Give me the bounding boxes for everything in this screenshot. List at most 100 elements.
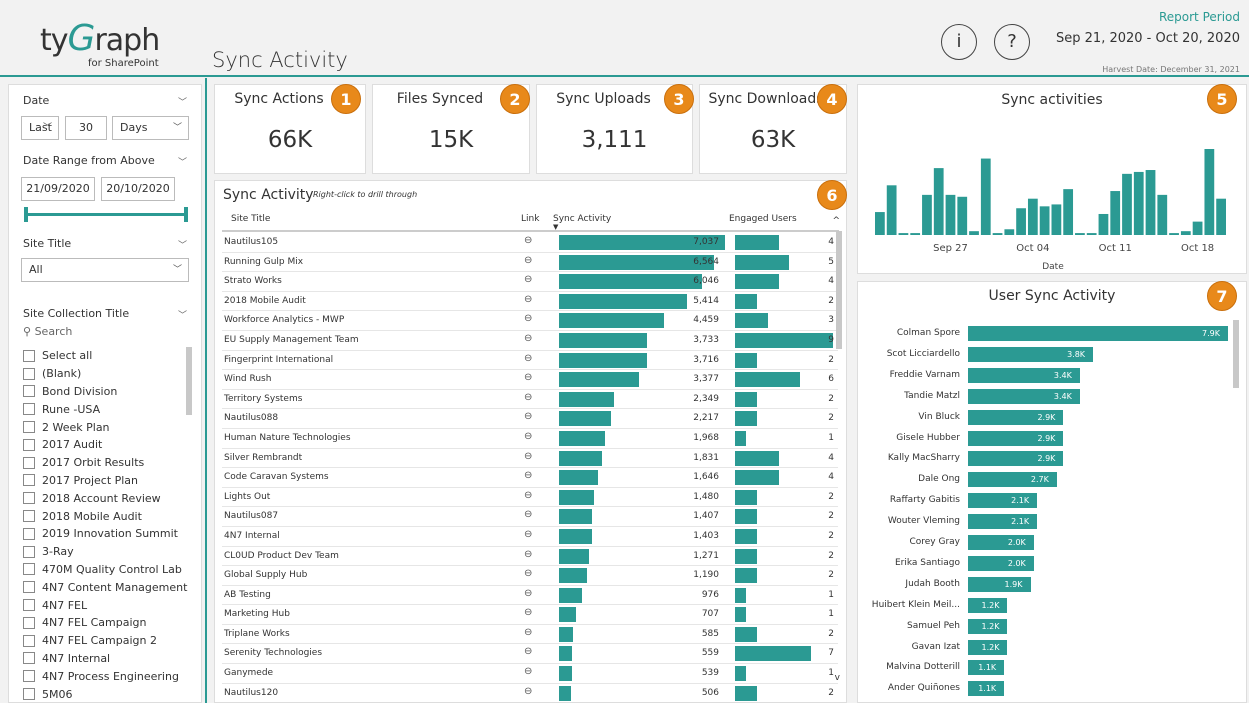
site-collection-option[interactable]: 3-Ray [23,543,193,561]
site-collection-option[interactable]: 5M06 [23,685,193,703]
checkbox[interactable] [23,421,35,434]
sync-bar[interactable] [875,212,885,235]
chevron-down-icon[interactable]: ﹀ [178,155,187,168]
checkbox[interactable] [23,634,35,647]
relative-mode-select[interactable]: Last ﹀ [21,116,59,140]
site-collection-option[interactable]: 4N7 FEL [23,596,193,614]
checkbox[interactable] [23,688,35,701]
table-row[interactable]: Lights Out ⊖ 1,480 2 [222,488,838,508]
link-icon[interactable]: ⊖ [524,568,532,579]
start-date-input[interactable]: 21/09/2020 [21,177,95,201]
site-collection-search[interactable]: ⚲ Search [23,325,72,338]
table-row[interactable]: Nautilus087 ⊖ 1,407 2 [222,507,838,527]
sync-bar[interactable] [1133,171,1144,235]
link-icon[interactable]: ⊖ [524,235,532,246]
sync-bar[interactable] [910,233,921,235]
user-bar[interactable] [968,326,1228,341]
sync-bar[interactable] [886,185,897,235]
site-collection-option[interactable]: Bond Division [23,383,193,401]
link-icon[interactable]: ⊖ [524,646,532,657]
site-collection-option[interactable]: 4N7 Content Management [23,578,193,596]
checkbox[interactable] [23,403,35,416]
site-collection-option[interactable]: 2017 Project Plan [23,472,193,490]
date-range-slider[interactable] [25,213,187,216]
link-icon[interactable]: ⊖ [524,333,532,344]
link-icon[interactable]: ⊖ [524,372,532,383]
link-icon[interactable]: ⊖ [524,255,532,266]
site-collection-option[interactable]: 4N7 FEL Campaign [23,614,193,632]
sync-bar[interactable] [969,231,979,235]
link-icon[interactable]: ⊖ [524,294,532,305]
sync-bar[interactable] [992,233,1003,235]
sync-bar[interactable] [957,196,968,235]
slider-end-handle[interactable] [184,207,188,222]
site-collection-option[interactable]: 470M Quality Control Lab [23,561,193,579]
sync-bar[interactable] [980,158,991,235]
sync-bar[interactable] [1098,213,1109,235]
sync-bar[interactable] [1180,231,1191,235]
table-row[interactable]: CL0UD Product Dev Team ⊖ 1,271 2 [222,547,838,567]
table-row[interactable]: Ganymede ⊖ 539 1 [222,664,838,684]
checkbox[interactable] [23,438,35,451]
sync-bar[interactable] [1192,221,1203,235]
site-collection-option[interactable]: Select all [23,347,193,365]
checkbox[interactable] [23,652,35,665]
table-row[interactable]: Territory Systems ⊖ 2,349 2 [222,390,838,410]
checkbox[interactable] [23,474,35,487]
link-icon[interactable]: ⊖ [524,451,532,462]
sync-bar[interactable] [1157,194,1168,235]
checkbox[interactable] [23,581,35,594]
table-row[interactable]: Nautilus088 ⊖ 2,217 2 [222,409,838,429]
link-icon[interactable]: ⊖ [524,392,532,403]
sync-bar[interactable] [1016,208,1026,235]
slider-start-handle[interactable] [24,207,28,222]
sync-bar[interactable] [945,194,956,235]
sync-bar[interactable] [1004,229,1015,235]
chart-scrollbar[interactable] [1233,320,1239,388]
sync-bar[interactable] [1075,233,1085,235]
table-row[interactable]: Workforce Analytics - MWP ⊖ 4,459 3 [222,311,838,331]
sync-bar[interactable] [933,168,944,235]
checkbox[interactable] [23,670,35,683]
site-collection-option[interactable]: 4N7 Process Engineering [23,667,193,685]
table-row[interactable]: AB Testing ⊖ 976 1 [222,586,838,606]
site-collection-option[interactable]: 4N7 FEL Campaign 2 [23,632,193,650]
checkbox[interactable] [23,510,35,523]
table-row[interactable]: Wind Rush ⊖ 3,377 6 [222,370,838,390]
site-collection-option[interactable]: 4N7 Internal [23,650,193,668]
sync-bar[interactable] [1063,189,1074,235]
table-row[interactable]: Code Caravan Systems ⊖ 1,646 4 [222,468,838,488]
table-row[interactable]: 4N7 Internal ⊖ 1,403 2 [222,527,838,547]
table-row[interactable]: Marketing Hub ⊖ 707 1 [222,605,838,625]
scroll-up-icon[interactable]: ^ [832,216,840,226]
link-icon[interactable]: ⊖ [524,588,532,599]
site-collection-option[interactable]: 2018 Account Review [23,489,193,507]
link-icon[interactable]: ⊖ [524,549,532,560]
table-row[interactable]: Fingerprint International ⊖ 3,716 2 [222,351,838,371]
link-icon[interactable]: ⊖ [524,313,532,324]
col-header-engaged-users[interactable]: Engaged Users [729,214,797,224]
link-icon[interactable]: ⊖ [524,666,532,677]
site-collection-option[interactable]: Rune -USA [23,400,193,418]
sync-bar[interactable] [1169,233,1179,235]
link-icon[interactable]: ⊖ [524,470,532,481]
relative-unit-select[interactable]: Days ﹀ [112,116,189,140]
table-row[interactable]: Nautilus120 ⊖ 506 2 [222,684,838,702]
col-header-site-title[interactable]: Site Title [231,214,270,224]
end-date-input[interactable]: 20/10/2020 [101,177,175,201]
table-row[interactable]: Human Nature Technologies ⊖ 1,968 1 [222,429,838,449]
link-icon[interactable]: ⊖ [524,490,532,501]
scroll-down-icon[interactable]: v [835,673,840,683]
sync-bar[interactable] [1122,173,1132,235]
table-row[interactable]: Global Supply Hub ⊖ 1,190 2 [222,566,838,586]
checkbox[interactable] [23,349,35,362]
table-row[interactable]: Strato Works ⊖ 6,046 4 [222,272,838,292]
link-icon[interactable]: ⊖ [524,607,532,618]
sync-bar[interactable] [1145,170,1156,235]
table-row[interactable]: Silver Rembrandt ⊖ 1,831 4 [222,449,838,469]
checkbox[interactable] [23,599,35,612]
site-collection-option[interactable]: 2018 Mobile Audit [23,507,193,525]
table-scrollbar[interactable] [836,231,842,349]
checkbox[interactable] [23,456,35,469]
site-collection-option[interactable]: 2017 Orbit Results [23,454,193,472]
